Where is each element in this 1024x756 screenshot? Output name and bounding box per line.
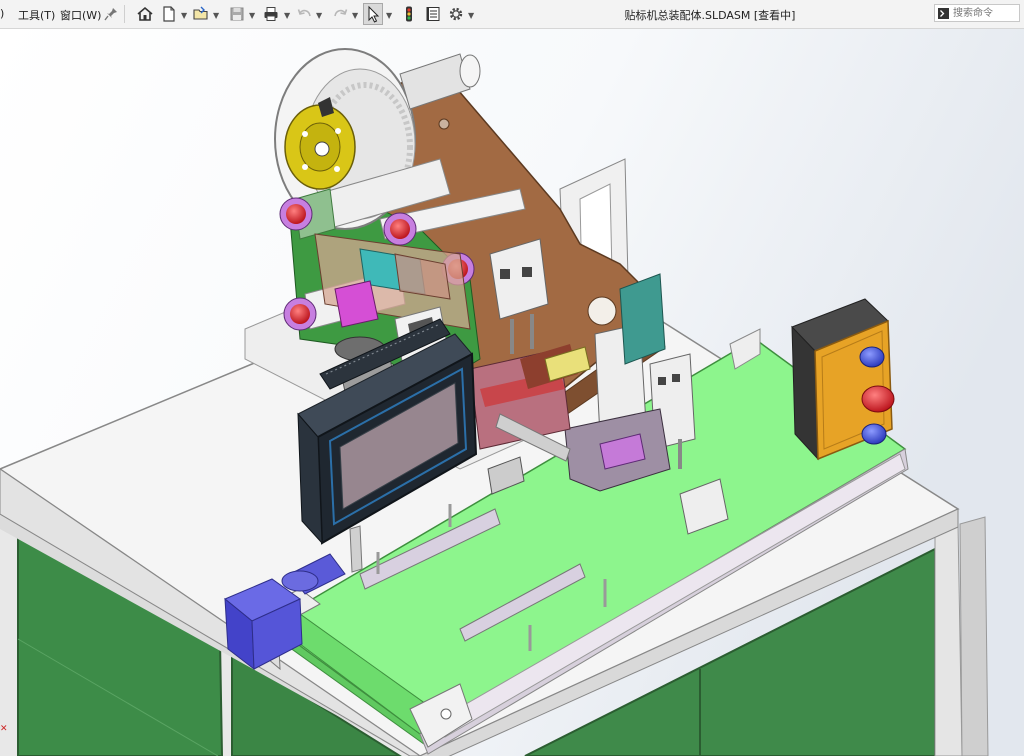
options-gear-icon[interactable] (447, 5, 465, 23)
file-properties-icon[interactable] (424, 5, 442, 23)
menu-item-partial[interactable]: ) (0, 7, 4, 20)
new-document-icon[interactable] (160, 5, 178, 23)
new-dropdown-chevron-down-icon[interactable]: ▼ (181, 11, 187, 20)
print-dropdown-chevron-down-icon[interactable]: ▼ (284, 11, 290, 20)
axis-triad-icon: ✕ (0, 724, 8, 734)
menu-item-window[interactable]: 窗口(W) (60, 7, 101, 23)
redo-dropdown-chevron-down-icon[interactable]: ▼ (352, 11, 358, 20)
save-icon[interactable] (228, 5, 246, 23)
pin-icon[interactable] (102, 5, 120, 23)
label-machine-3d-model[interactable] (0, 29, 1024, 756)
stop-button-icon[interactable] (861, 423, 887, 445)
print-icon[interactable] (262, 5, 280, 23)
undo-icon[interactable] (296, 5, 314, 23)
command-prompt-icon (938, 8, 949, 19)
open-dropdown-chevron-down-icon[interactable]: ▼ (213, 11, 219, 20)
save-dropdown-chevron-down-icon[interactable]: ▼ (249, 11, 255, 20)
document-title: 贴标机总装配体.SLDASM [查看中] (624, 9, 796, 22)
select-pointer-icon[interactable] (363, 3, 383, 25)
options-dropdown-chevron-down-icon[interactable]: ▼ (468, 11, 474, 20)
menu-item-tools[interactable]: 工具(T) (18, 7, 55, 23)
search-box[interactable] (934, 4, 1020, 22)
start-button-icon[interactable] (859, 346, 885, 368)
search-input[interactable] (953, 6, 1017, 20)
emergency-stop-button-icon[interactable] (861, 385, 895, 413)
home-icon[interactable] (136, 5, 154, 23)
title-bar: ) 工具(T) 窗口(W) ▼ ▼ ▼ ▼ ▼ ▼ ▼ ▼ 贴标机总装配体.SL (0, 0, 1024, 29)
select-dropdown-chevron-down-icon[interactable]: ▼ (386, 11, 392, 20)
graphics-viewport[interactable]: ▼ ▼ ▼ ▼ ▼ ▼ (0, 29, 1024, 756)
toolbar-separator (124, 5, 125, 23)
redo-icon[interactable] (331, 5, 349, 23)
open-folder-icon[interactable] (192, 5, 210, 23)
traffic-light-icon[interactable] (400, 5, 418, 23)
undo-dropdown-chevron-down-icon[interactable]: ▼ (316, 11, 322, 20)
